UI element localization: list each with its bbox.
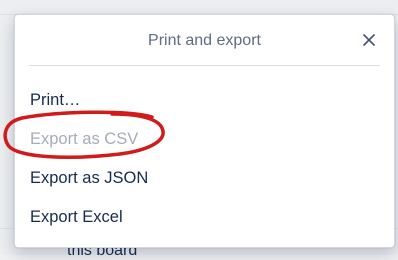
menu-item-label: Export as JSON	[30, 169, 149, 187]
close-icon	[363, 34, 375, 46]
menu-item-label: Print…	[30, 91, 81, 109]
menu-item-export-csv: Export as CSV	[15, 120, 394, 159]
menu-item-export-json[interactable]: Export as JSON	[15, 159, 394, 198]
print-export-popover: Print and export Print… Export as CSV Ex…	[14, 14, 395, 248]
menu-item-label: Export as CSV	[30, 130, 139, 148]
close-button[interactable]	[358, 29, 380, 51]
menu-item-export-excel[interactable]: Export Excel	[15, 198, 394, 237]
menu-item-print[interactable]: Print…	[15, 81, 394, 120]
menu-item-label: Export Excel	[30, 208, 123, 226]
header-divider	[29, 65, 380, 66]
export-menu: Print… Export as CSV Export as JSON Expo…	[15, 81, 394, 237]
popover-title: Print and export	[148, 32, 261, 49]
popover-header: Print and export	[15, 15, 394, 65]
